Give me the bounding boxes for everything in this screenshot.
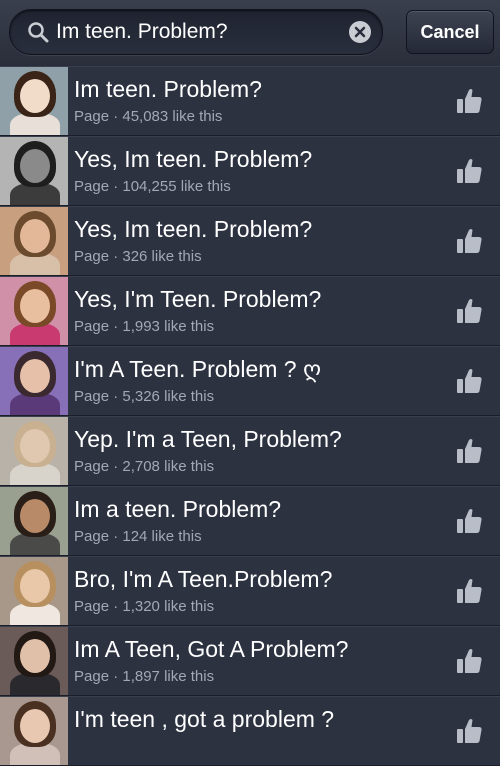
page-thumbnail	[0, 627, 68, 695]
page-meta: Page · 326 like this	[74, 248, 202, 265]
page-name: Im teen. Problem?	[74, 76, 262, 102]
result-row[interactable]: Im a teen. Problem? Page · 124 like this	[0, 486, 500, 556]
search-field[interactable]	[9, 9, 383, 55]
page-meta: Page · 1,993 like this	[74, 318, 215, 335]
search-bar: Cancel	[0, 0, 500, 67]
page-meta: Page · 1,320 like this	[74, 598, 215, 615]
like-icon[interactable]	[455, 717, 483, 745]
page-meta: Page · 124 like this	[74, 528, 202, 545]
cancel-button[interactable]: Cancel	[406, 10, 494, 54]
result-row[interactable]: Yes, Im teen. Problem? Page · 104,255 lik…	[0, 136, 500, 206]
page-thumbnail	[0, 487, 68, 555]
results-list: Im teen. Problem? Page · 45,083 like this…	[0, 66, 500, 766]
like-icon[interactable]	[455, 437, 483, 465]
like-icon[interactable]	[455, 577, 483, 605]
result-row[interactable]: I'm teen , got a problem ?	[0, 696, 500, 766]
like-icon[interactable]	[455, 507, 483, 535]
page-meta: Page · 2,708 like this	[74, 458, 215, 475]
page-meta: Page · 1,897 like this	[74, 668, 215, 685]
page-thumbnail	[0, 417, 68, 485]
page-name: Bro, I'm A Teen.Problem?	[74, 566, 333, 592]
like-icon[interactable]	[455, 227, 483, 255]
result-row[interactable]: Im A Teen, Got A Problem? Page · 1,897 li…	[0, 626, 500, 696]
page-name: Yes, Im teen. Problem?	[74, 216, 313, 242]
page-name: Im a teen. Problem?	[74, 496, 282, 522]
page-name: I'm teen , got a problem ?	[74, 706, 335, 732]
like-icon[interactable]	[455, 647, 483, 675]
page-name: Yes, I'm Teen. Problem?	[74, 286, 322, 312]
like-icon[interactable]	[455, 297, 483, 325]
page-meta: Page · 45,083 like this	[74, 108, 223, 125]
page-name: Yes, Im teen. Problem?	[74, 146, 313, 172]
like-icon[interactable]	[455, 157, 483, 185]
page-name: Yep. I'm a Teen, Problem?	[74, 426, 342, 452]
page-thumbnail	[0, 277, 68, 345]
page-name: I'm A Teen. Problem ? ღ	[74, 356, 322, 382]
result-row[interactable]: Yes, I'm Teen. Problem? Page · 1,993 like…	[0, 276, 500, 346]
page-thumbnail	[0, 207, 68, 275]
clear-icon[interactable]	[349, 21, 371, 43]
like-icon[interactable]	[455, 367, 483, 395]
result-row[interactable]: I'm A Teen. Problem ? ღ Page · 5,326 like…	[0, 346, 500, 416]
result-row[interactable]: Yep. I'm a Teen, Problem? Page · 2,708 li…	[0, 416, 500, 486]
page-thumbnail	[0, 137, 68, 205]
page-thumbnail	[0, 557, 68, 625]
page-thumbnail	[0, 697, 68, 765]
result-row[interactable]: Im teen. Problem? Page · 45,083 like this	[0, 66, 500, 136]
search-input[interactable]	[56, 10, 336, 54]
page-thumbnail	[0, 67, 68, 135]
page-meta: Page · 104,255 like this	[74, 178, 231, 195]
page-meta: Page · 5,326 like this	[74, 388, 215, 405]
page-thumbnail	[0, 347, 68, 415]
like-icon[interactable]	[455, 87, 483, 115]
search-icon	[27, 21, 49, 43]
result-row[interactable]: Bro, I'm A Teen.Problem? Page · 1,320 lik…	[0, 556, 500, 626]
page-name: Im A Teen, Got A Problem?	[74, 636, 349, 662]
result-row[interactable]: Yes, Im teen. Problem? Page · 326 like th…	[0, 206, 500, 276]
